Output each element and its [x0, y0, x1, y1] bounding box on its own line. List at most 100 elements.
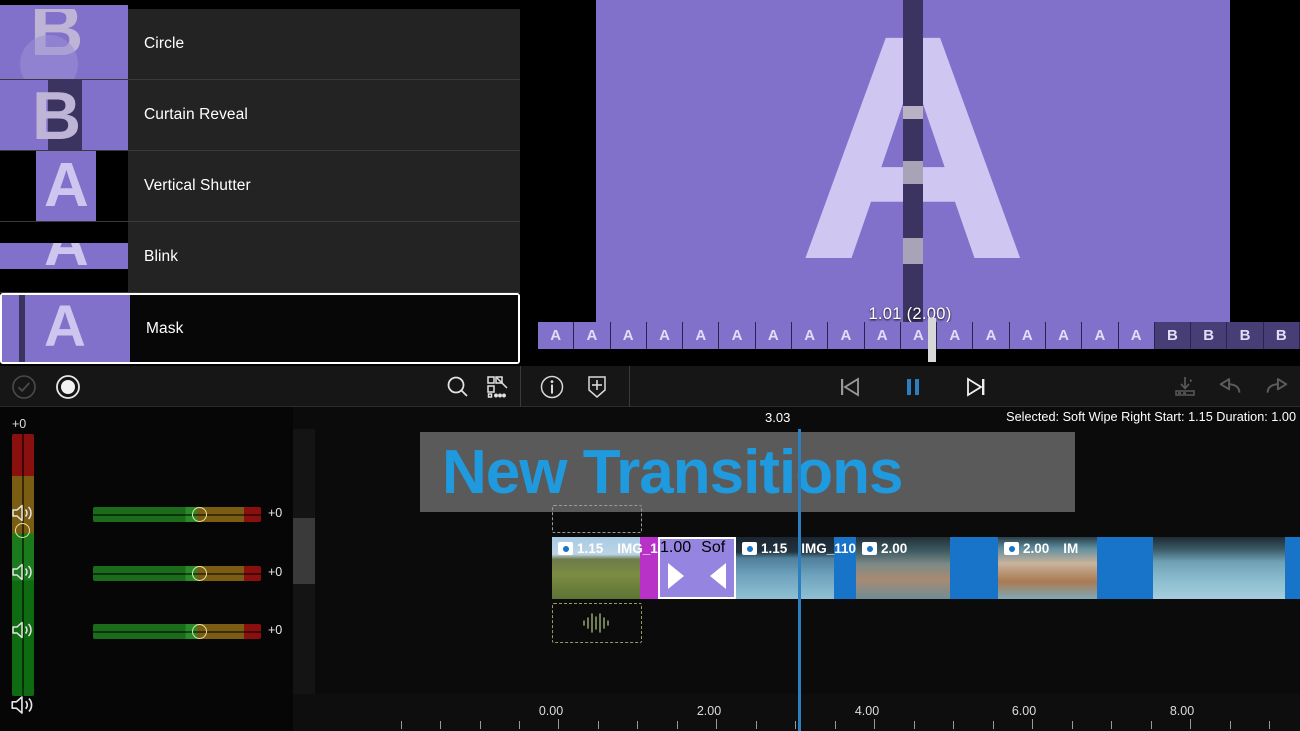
channel-1-value: +0 — [268, 506, 283, 520]
filmstrip-frame[interactable]: B — [1263, 322, 1300, 349]
ruler-tick — [1032, 719, 1033, 729]
filmstrip-frame[interactable]: A — [683, 322, 720, 349]
channel-3-slider[interactable] — [93, 624, 261, 639]
title-clip[interactable]: New Transitions — [420, 432, 1075, 512]
filter-grid-icon[interactable] — [484, 373, 512, 401]
transition-thumbnail: A — [0, 222, 128, 292]
video-track[interactable]: 1.15 IMG_1091.00 Sof 1.15 IMG_110 2.00 2.00 IM — [552, 537, 1300, 599]
transition-item-label: Circle — [128, 9, 520, 79]
filmstrip-frame[interactable]: A — [1045, 322, 1083, 349]
filmstrip-frame[interactable]: A — [719, 322, 756, 349]
transition-item-label: Vertical Shutter — [128, 151, 520, 221]
master-mute-icon[interactable] — [9, 692, 37, 723]
transition-item-curtain-reveal[interactable]: B Curtain Reveal — [0, 80, 520, 151]
filmstrip-frame[interactable]: A — [1118, 322, 1155, 349]
video-clip[interactable]: 2.00 — [856, 537, 998, 599]
video-clip[interactable]: 1.15 IMG_110 — [736, 537, 856, 599]
channel-3-value: +0 — [268, 623, 283, 637]
filmstrip-frame[interactable]: A — [864, 322, 901, 349]
transition-item-label: Mask — [130, 295, 518, 362]
filmstrip-frame[interactable]: A — [1009, 322, 1046, 349]
timeline-playhead[interactable] — [798, 429, 801, 731]
filmstrip-frame[interactable]: B — [1227, 322, 1264, 349]
clip-label: 2.00 IM — [1004, 541, 1078, 556]
info-icon[interactable] — [538, 373, 566, 401]
clip-duration: 1.15 — [577, 541, 604, 556]
filmstrip-frame[interactable]: A — [973, 322, 1010, 349]
video-clip[interactable] — [1153, 537, 1300, 599]
preview-filmstrip[interactable]: AAAAAAAAAAAAAAAAABBBB — [538, 322, 1300, 349]
filmstrip-frame[interactable]: B — [1154, 322, 1192, 349]
ruler-tick — [716, 719, 717, 729]
ruler-tick — [1190, 719, 1191, 729]
redo-icon[interactable] — [1262, 373, 1290, 401]
filmstrip-frame[interactable]: A — [1082, 322, 1119, 349]
ruler-tick — [558, 719, 559, 729]
filmstrip-frame[interactable]: A — [828, 322, 865, 349]
transitions-list[interactable]: B Circle B Curtain Reveal A Vertical Shu… — [0, 0, 520, 366]
timeline-selection-info: Selected: Soft Wipe Right Start: 1.15 Du… — [1006, 410, 1296, 424]
preview-area: A 1.01 (2.00) — [520, 0, 1300, 366]
filmstrip-playhead[interactable] — [928, 318, 936, 362]
transition-thumbnail: B — [0, 80, 128, 150]
skip-forward-button[interactable] — [962, 373, 990, 401]
channel-2-value: +0 — [268, 565, 283, 579]
transition-item-circle[interactable]: B Circle — [0, 9, 520, 80]
ruler-tick — [874, 719, 875, 729]
filmstrip-frame[interactable]: A — [538, 322, 575, 349]
ruler-label: 0.00 — [538, 704, 564, 718]
speaker-icon[interactable] — [10, 501, 38, 527]
transition-item-blink[interactable]: A Blink — [0, 222, 520, 293]
audio-track-empty-slot[interactable] — [552, 603, 642, 643]
channel-1-slider-knob[interactable] — [192, 507, 207, 522]
ruler-label: 6.00 — [1011, 704, 1037, 718]
confirm-check-icon[interactable] — [10, 373, 38, 401]
ruler-tick — [401, 721, 402, 729]
camera-icon — [742, 542, 757, 555]
add-clip-icon[interactable] — [583, 373, 611, 401]
pause-button[interactable] — [899, 373, 927, 401]
filmstrip-frame[interactable]: A — [610, 322, 647, 349]
ruler-tick — [835, 721, 836, 729]
ruler-tick — [1111, 721, 1112, 729]
channel-3-slider-knob[interactable] — [192, 624, 207, 639]
ruler-tick — [1072, 721, 1073, 729]
camera-icon — [558, 542, 573, 555]
clip-duration: 2.00 — [881, 541, 908, 556]
timeline[interactable]: 3.03 Selected: Soft Wipe Right Start: 1.… — [293, 407, 1300, 731]
export-icon[interactable] — [1172, 373, 1200, 401]
channel-2-slider[interactable] — [93, 566, 261, 581]
ruler-tick — [598, 721, 599, 729]
ruler-label: 4.00 — [854, 704, 880, 718]
transition-item-vertical-shutter[interactable]: A Vertical Shutter — [0, 151, 520, 222]
ruler-tick — [519, 721, 520, 729]
speaker-icon[interactable] — [10, 618, 38, 644]
search-icon[interactable] — [444, 373, 472, 401]
filmstrip-frame[interactable]: A — [646, 322, 684, 349]
title-track-empty-slot[interactable] — [552, 505, 642, 533]
ruler-tick — [1151, 721, 1152, 729]
undo-icon[interactable] — [1217, 373, 1245, 401]
channel-1-slider[interactable] — [93, 507, 261, 522]
transition-item-mask[interactable]: A Mask — [0, 293, 520, 364]
transitions-list-cutoff-row — [0, 0, 520, 9]
timeline-ruler[interactable]: 0.00 2.00 4.00 6.00 8.00 — [293, 694, 1300, 731]
clip-duration: 1.15 — [761, 541, 788, 556]
filmstrip-frame[interactable]: A — [574, 322, 611, 349]
timeline-current-time: 3.03 — [765, 410, 791, 425]
filmstrip-frame[interactable]: A — [791, 322, 829, 349]
transition-clip[interactable]: 1.00 Sof — [658, 537, 736, 599]
video-clip[interactable]: 1.15 IMG_109 — [552, 537, 658, 599]
ruler-tick — [1230, 721, 1231, 729]
camera-icon — [862, 542, 877, 555]
filmstrip-frame[interactable]: B — [1191, 322, 1228, 349]
filmstrip-frame[interactable]: A — [937, 322, 974, 349]
filmstrip-frame[interactable]: A — [755, 322, 792, 349]
waveform-icon — [583, 613, 609, 633]
skip-back-button[interactable] — [836, 373, 864, 401]
channel-2-slider-knob[interactable] — [192, 566, 207, 581]
speaker-icon[interactable] — [10, 560, 38, 586]
video-clip[interactable]: 2.00 IM — [998, 537, 1153, 599]
preview-canvas[interactable]: A — [596, 0, 1230, 322]
record-icon[interactable] — [54, 373, 82, 401]
